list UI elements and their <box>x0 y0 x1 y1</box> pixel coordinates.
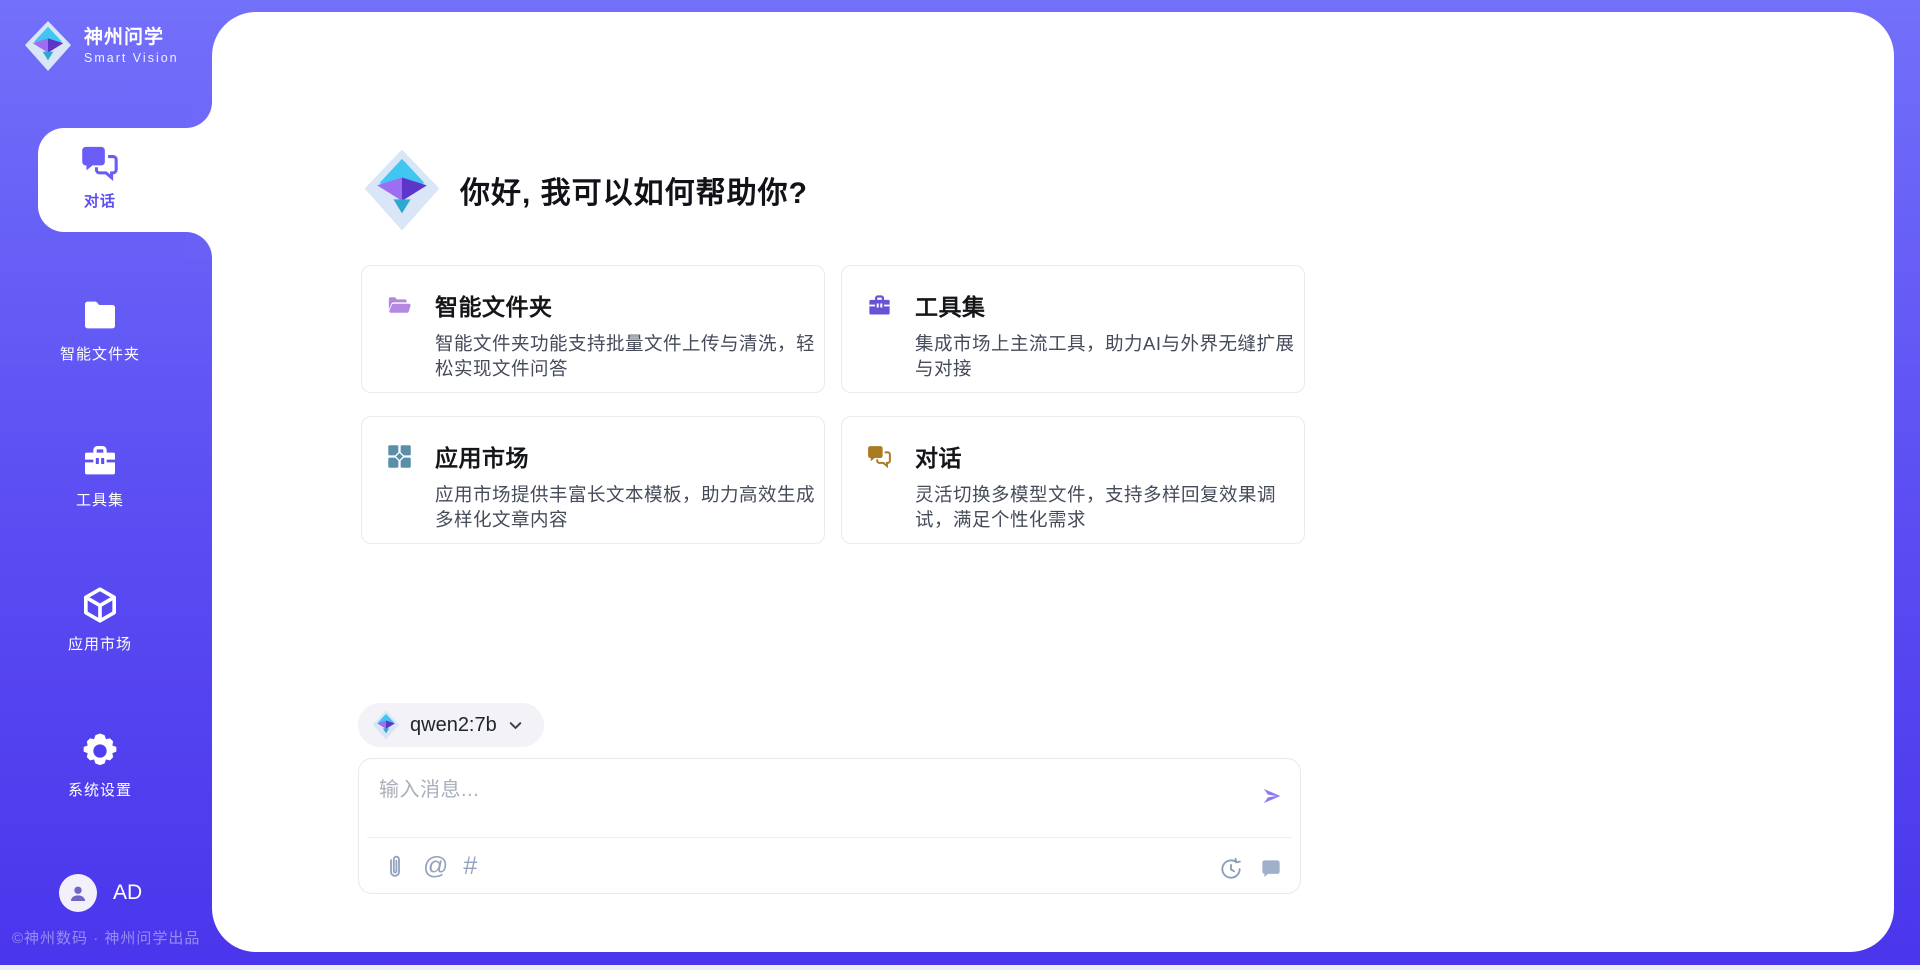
card-toolset[interactable]: 工具集 集成市场上主流工具，助力AI与外界无缝扩展与对接 <box>841 265 1305 393</box>
card-title: 工具集 <box>915 288 986 322</box>
send-icon[interactable] <box>1260 785 1284 807</box>
chat-icon <box>866 443 893 470</box>
brand-name: 神州问学 <box>84 27 179 49</box>
sidebar-item-label: 工具集 <box>76 489 124 510</box>
gear-icon <box>79 730 121 772</box>
avatar-icon <box>66 881 90 905</box>
chat-icon <box>79 142 121 184</box>
composer-tools-right <box>1217 855 1284 882</box>
sidebar-item-toolset[interactable]: 工具集 <box>0 440 200 510</box>
card-description: 集成市场上主流工具，助力AI与外界无缝扩展与对接 <box>915 331 1297 381</box>
card-chat[interactable]: 对话 灵活切换多模型文件，支持多样回复效果调试，满足个性化需求 <box>841 416 1305 544</box>
comment-icon[interactable] <box>1257 855 1284 882</box>
sidebar-item-label: 系统设置 <box>68 779 132 800</box>
brand-subtitle: Smart Vision <box>84 51 179 65</box>
toolbox-icon <box>866 292 893 319</box>
card-head: 智能文件夹 <box>386 288 800 322</box>
tab-fillet-bottom <box>186 232 212 258</box>
sidebar-item-chat-inner: 对话 <box>38 142 162 211</box>
sidebar-footer: ©神州数码 · 神州问学出品 <box>12 927 200 948</box>
at-icon[interactable]: @ <box>423 853 448 880</box>
tab-fillet-top <box>186 102 212 128</box>
diamond-logo-icon <box>24 20 72 72</box>
sidebar-item-app-market[interactable]: 应用市场 <box>0 584 200 654</box>
avatar <box>59 874 97 912</box>
app-root: 神州问学 Smart Vision 对话 智能文件夹 <box>0 0 1920 970</box>
bottom-edge-line <box>0 965 1920 970</box>
composer-tools-left: @ # <box>381 853 477 880</box>
card-head: 对话 <box>866 439 1280 473</box>
diamond-logo-icon <box>372 710 400 740</box>
chevron-down-icon <box>507 717 524 734</box>
card-title: 智能文件夹 <box>435 288 553 322</box>
sidebar: 神州问学 Smart Vision 对话 智能文件夹 <box>0 0 212 970</box>
sidebar-item-label: 智能文件夹 <box>60 343 140 364</box>
folder-icon <box>79 294 121 336</box>
model-name: qwen2:7b <box>410 714 497 737</box>
composer-divider <box>367 837 1292 838</box>
brand: 神州问学 Smart Vision <box>24 20 179 72</box>
card-description: 智能文件夹功能支持批量文件上传与清洗，轻松实现文件问答 <box>435 331 817 381</box>
sidebar-item-smart-folder[interactable]: 智能文件夹 <box>0 294 200 364</box>
brand-text: 神州问学 Smart Vision <box>84 27 179 65</box>
folder-open-icon <box>386 292 413 319</box>
greeting: 你好, 我可以如何帮助你? <box>360 148 808 232</box>
app-grid-icon <box>386 443 413 470</box>
card-smart-folder[interactable]: 智能文件夹 智能文件夹功能支持批量文件上传与清洗，轻松实现文件问答 <box>361 265 825 393</box>
greeting-title: 你好, 我可以如何帮助你? <box>460 168 808 212</box>
card-head: 工具集 <box>866 288 1280 322</box>
model-selector[interactable]: qwen2:7b <box>358 703 544 747</box>
card-description: 灵活切换多模型文件，支持多样回复效果调试，满足个性化需求 <box>915 482 1297 532</box>
toolbox-icon <box>79 440 121 482</box>
card-description: 应用市场提供丰富长文本模板，助力高效生成多样化文章内容 <box>435 482 817 532</box>
sidebar-item-settings[interactable]: 系统设置 <box>0 730 200 800</box>
sidebar-item-label: 应用市场 <box>68 633 132 654</box>
user-initials: AD <box>113 881 142 905</box>
message-input[interactable] <box>379 773 1199 831</box>
card-app-market[interactable]: 应用市场 应用市场提供丰富长文本模板，助力高效生成多样化文章内容 <box>361 416 825 544</box>
user-menu[interactable]: AD <box>59 874 142 912</box>
message-composer: @ # <box>358 758 1301 894</box>
history-icon[interactable] <box>1217 855 1244 882</box>
card-title: 对话 <box>915 439 962 473</box>
hash-icon[interactable]: # <box>463 853 477 880</box>
card-head: 应用市场 <box>386 439 800 473</box>
sidebar-item-label: 对话 <box>84 190 116 211</box>
cube-icon <box>79 584 121 626</box>
paperclip-icon[interactable] <box>381 853 408 880</box>
sidebar-item-chat[interactable]: 对话 <box>38 128 214 232</box>
diamond-logo-icon <box>360 148 444 232</box>
card-title: 应用市场 <box>435 439 529 473</box>
